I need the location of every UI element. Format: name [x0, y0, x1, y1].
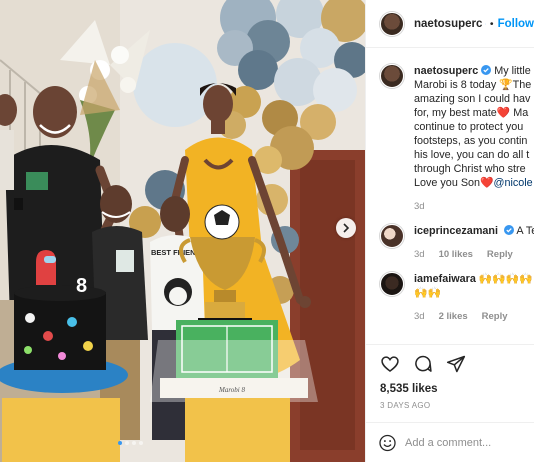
post-side-panel: naetosuperc • Follow naetosuperc My litt… [365, 0, 534, 462]
share-icon [446, 355, 466, 373]
caption-line: Love you Son❤️@nicole [414, 176, 534, 190]
caption-time[interactable]: 3d [414, 201, 425, 212]
avatar[interactable] [380, 272, 404, 296]
caption-line: for, my best mate❤️ Ma [414, 107, 529, 119]
like-button[interactable] [380, 354, 400, 374]
cake-number-candle: 8 [76, 275, 87, 297]
emoji-icon[interactable] [378, 433, 397, 453]
add-comment-bar [366, 422, 534, 462]
carousel-dot [125, 441, 129, 445]
comment-item: iceprincezamani A Te 3d 10 likes Reply [380, 224, 534, 260]
post-username[interactable]: naetosuperc [414, 18, 482, 30]
carousel-dot [118, 441, 122, 445]
carousel-indicator [118, 441, 143, 445]
likes-count[interactable]: 8,535 likes [380, 383, 534, 395]
caption-text: My little [494, 65, 531, 77]
comment-input[interactable] [405, 436, 534, 449]
comment-time[interactable]: 3d [414, 311, 425, 322]
verified-badge-icon [504, 225, 515, 235]
caption-line: through Christ who stre [414, 163, 526, 175]
comment-time[interactable]: 3d [414, 249, 425, 260]
caption-line: continue to protect you [414, 121, 524, 133]
caption: naetosuperc My little Marobi is 8 today … [380, 64, 534, 212]
verified-badge-icon [481, 65, 492, 75]
avatar[interactable] [380, 11, 404, 36]
next-photo-button[interactable] [336, 218, 356, 238]
caption-line: his love, you can do all t [414, 149, 530, 161]
share-button[interactable] [446, 354, 466, 374]
party-photo-illustration: BEST FRIEND Marobi 8 8 [0, 0, 365, 462]
verified-badge-icon [485, 23, 486, 24]
comment-item: iamefaiwara 🙌🙌🙌🙌 🙌🙌 3d 2 likes Reply [380, 272, 534, 322]
comment-body: iamefaiwara 🙌🙌🙌🙌 🙌🙌 3d 2 likes Reply [414, 272, 534, 322]
comment-body: iceprincezamani A Te 3d 10 likes Reply [414, 224, 534, 260]
caption-mention[interactable]: @nicole [493, 177, 532, 189]
comment-meta: 3d 2 likes Reply [414, 311, 534, 322]
comment-line: iamefaiwara 🙌🙌🙌🙌 [414, 272, 534, 286]
comment-line: iceprincezamani A Te [414, 224, 534, 238]
avatar[interactable] [380, 64, 404, 88]
reply-button[interactable]: Reply [482, 311, 508, 322]
caption-username[interactable]: naetosuperc [414, 65, 478, 77]
avatar[interactable] [380, 224, 404, 248]
follow-button[interactable]: Follow [498, 18, 534, 30]
caption-line: Marobi is 8 today 🏆The [414, 79, 532, 91]
caption-line: naetosuperc My little [414, 64, 534, 78]
caption-meta: 3d [414, 201, 534, 212]
post-date[interactable]: 3 DAYS AGO [380, 401, 534, 410]
comment-username[interactable]: iceprincezamani [414, 225, 498, 237]
heart-icon [381, 356, 399, 373]
post-header: naetosuperc • Follow [366, 0, 534, 48]
comment-text: A Te [516, 225, 534, 237]
cake-board-text: Marobi 8 [218, 386, 245, 394]
comment-icon [415, 355, 432, 372]
comment-button[interactable] [413, 354, 433, 374]
carousel-dot [139, 441, 143, 445]
separator-dot: • [489, 17, 494, 30]
carousel-dot [132, 441, 136, 445]
post-photo[interactable]: BEST FRIEND Marobi 8 8 [0, 0, 365, 462]
caption-body: naetosuperc My little Marobi is 8 today … [414, 64, 534, 212]
comment-likes[interactable]: 10 likes [439, 249, 473, 260]
comment-meta: 3d 10 likes Reply [414, 249, 534, 260]
comments-list[interactable]: naetosuperc My little Marobi is 8 today … [366, 48, 534, 344]
instagram-post: BEST FRIEND Marobi 8 8 naetosuperc • Fol… [0, 0, 534, 462]
comment-line: 🙌🙌 [414, 287, 441, 299]
comment-username[interactable]: iamefaiwara [414, 273, 476, 285]
chevron-right-icon [343, 223, 350, 233]
caption-line: footsteps, as you contin [414, 135, 528, 147]
comment-text: 🙌🙌🙌🙌 [478, 273, 533, 285]
caption-line: amazing son I could hav [414, 93, 531, 105]
comment-likes[interactable]: 2 likes [439, 311, 468, 322]
post-actions: 8,535 likes 3 DAYS AGO [366, 344, 534, 422]
action-icons [380, 352, 534, 376]
reply-button[interactable]: Reply [487, 249, 513, 260]
caption-text: Love you Son❤️ [414, 177, 494, 189]
